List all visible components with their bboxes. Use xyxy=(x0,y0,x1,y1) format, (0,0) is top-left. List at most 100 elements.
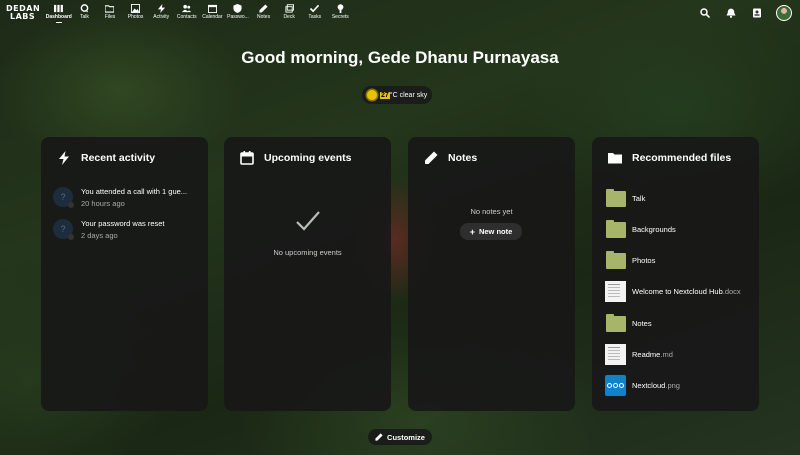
new-note-label: New note xyxy=(478,227,513,236)
activity-item[interactable]: ? You attended a call with 1 gue... 20 h… xyxy=(53,187,187,208)
talk-icon xyxy=(79,3,89,13)
file-item[interactable]: Welcome to Nextcloud Hub.docx xyxy=(605,281,741,302)
unknown-user-avatar: ? xyxy=(53,187,74,208)
file-item[interactable]: Readme.md xyxy=(605,344,673,365)
app-label: Deck xyxy=(283,14,295,20)
app-dashboard[interactable]: Dashboard xyxy=(45,3,72,23)
sun-icon xyxy=(367,90,377,100)
app-talk[interactable]: Talk xyxy=(72,3,98,20)
search-icon[interactable] xyxy=(692,4,718,22)
app-contacts[interactable]: Contacts xyxy=(174,3,200,20)
unknown-user-avatar: ? xyxy=(53,219,74,240)
app-label: Calendar xyxy=(202,14,223,20)
plus-icon: + xyxy=(469,226,475,237)
file-item[interactable]: Nextcloud.png xyxy=(605,375,680,396)
new-note-button[interactable]: + New note xyxy=(460,223,522,240)
activity-item[interactable]: ? Your password was reset 2 days ago xyxy=(53,219,165,240)
passwords-icon xyxy=(233,3,243,13)
panel-title: Notes xyxy=(448,152,478,164)
file-item[interactable]: Photos xyxy=(605,250,655,271)
header-actions xyxy=(692,4,792,22)
file-extension: .docx xyxy=(722,287,741,296)
notes-icon xyxy=(259,3,269,13)
file-item[interactable]: Talk xyxy=(605,188,645,209)
weather-temp: 27 xyxy=(380,91,390,99)
app-label: Notes xyxy=(257,14,271,20)
panel-recommended-files: Recommended files Talk Backgrounds Photo… xyxy=(592,137,759,411)
file-name: Nextcloud.png xyxy=(632,381,680,390)
file-basename: Welcome to Nextcloud Hub xyxy=(632,287,723,296)
app-secrets[interactable]: Secrets xyxy=(328,3,354,20)
activity-icon xyxy=(59,151,69,165)
app-label: Passwo... xyxy=(227,14,249,20)
file-item[interactable]: Backgrounds xyxy=(605,219,676,240)
nextcloud-logo-thumbnail-icon xyxy=(605,375,626,396)
panel-title: Recent activity xyxy=(81,152,156,164)
file-extension: .md xyxy=(660,350,673,359)
activity-time: 20 hours ago xyxy=(81,199,125,208)
app-label: Photos xyxy=(127,14,144,20)
customize-button[interactable]: Customize xyxy=(368,429,432,445)
app-calendar[interactable]: Calendar xyxy=(200,3,226,20)
file-basename: Nextcloud xyxy=(632,381,666,390)
panel-header: Notes xyxy=(424,151,477,165)
app-deck[interactable]: Deck xyxy=(276,3,302,20)
folder-icon xyxy=(605,250,626,269)
app-notes[interactable]: Notes xyxy=(251,3,277,20)
contacts-icon xyxy=(182,3,192,13)
folder-icon xyxy=(608,153,622,164)
app-photos[interactable]: Photos xyxy=(123,3,149,20)
customize-label: Customize xyxy=(387,432,425,442)
app-label: Activity xyxy=(153,14,170,20)
avatar[interactable] xyxy=(776,5,792,21)
panel-header: Recommended files xyxy=(608,151,731,165)
weather-desc: °C clear sky xyxy=(389,91,428,99)
folder-icon xyxy=(105,3,115,13)
file-name: Readme.md xyxy=(632,350,673,359)
file-name: Photos xyxy=(632,256,656,265)
app-activity[interactable]: Activity xyxy=(148,3,174,20)
folder-icon xyxy=(605,188,626,207)
document-thumbnail-icon xyxy=(605,281,626,302)
activity-text: You attended a call with 1 gue... xyxy=(81,187,188,196)
greeting-title: Good morning, Gede Dhanu Purnayasa xyxy=(241,48,559,67)
tasks-icon xyxy=(310,3,320,13)
folder-icon xyxy=(605,313,626,332)
folder-icon xyxy=(605,219,626,238)
empty-message: No upcoming events xyxy=(273,248,342,257)
file-name: Welcome to Nextcloud Hub.docx xyxy=(632,287,741,296)
bell-icon[interactable] xyxy=(718,4,744,22)
calendar-icon xyxy=(207,3,217,13)
file-item[interactable]: Notes xyxy=(605,313,652,334)
app-passwords[interactable]: Passwo... xyxy=(225,3,251,20)
app-label: Tasks xyxy=(308,14,322,20)
logo-line2: LABS xyxy=(10,12,36,21)
activity-icon xyxy=(156,3,166,13)
panel-title: Upcoming events xyxy=(264,152,352,164)
panel-header: Recent activity xyxy=(57,151,155,165)
calendar-icon xyxy=(240,151,254,165)
panel-upcoming-events: Upcoming events No upcoming events xyxy=(224,137,391,411)
app-tasks[interactable]: Tasks xyxy=(302,3,328,20)
app-menu: Dashboard Talk Files Photos Activity Con… xyxy=(45,3,354,23)
photos-icon xyxy=(131,3,141,13)
app-files[interactable]: Files xyxy=(97,3,123,20)
logo[interactable]: DEDAN LABS xyxy=(6,5,40,23)
file-basename: Readme xyxy=(632,350,661,359)
contacts-menu-icon[interactable] xyxy=(744,4,770,22)
file-extension: .png xyxy=(665,381,680,390)
app-label: Talk xyxy=(79,14,89,20)
pencil-icon xyxy=(375,433,383,441)
app-label: Dashboard xyxy=(45,14,72,20)
file-name: Notes xyxy=(632,319,652,328)
panel-header: Upcoming events xyxy=(240,151,352,165)
app-label: Files xyxy=(104,14,116,20)
activity-time: 2 days ago xyxy=(81,231,118,240)
activity-text: Your password was reset xyxy=(81,219,165,228)
pencil-icon xyxy=(425,151,438,164)
dashboard-icon xyxy=(54,3,64,13)
file-name: Backgrounds xyxy=(632,225,676,234)
weather-status[interactable]: 27 °C clear sky xyxy=(362,86,433,104)
panel-recent-activity: Recent activity ? You attended a call wi… xyxy=(41,137,208,411)
checkmark-icon xyxy=(296,211,320,231)
